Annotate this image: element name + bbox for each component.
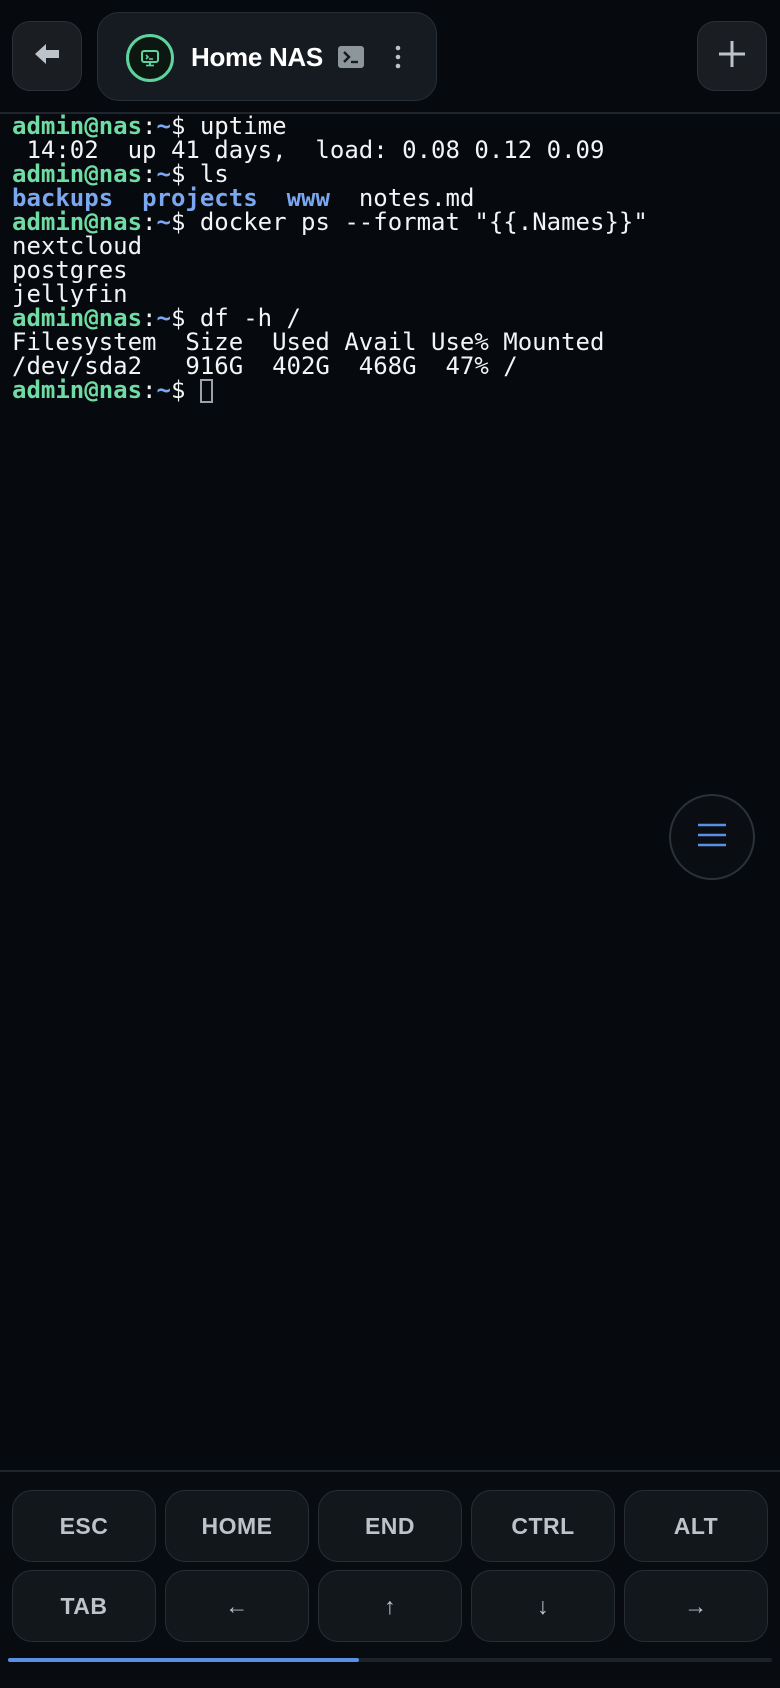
command-text: docker ps --format "{{.Names}}" [199, 208, 648, 236]
terminal-line: admin@nas:~$ df -h / [12, 306, 780, 330]
terminal-output[interactable]: admin@nas:~$ uptime 14:02 up 41 days, lo… [0, 114, 780, 1470]
prompt-symbol: $ [170, 376, 200, 404]
prompt-user: admin@nas [12, 376, 143, 404]
terminal-line: admin@nas:~$ uptime [12, 114, 780, 138]
terminal-line: /dev/sda2 916G 402G 468G 47% / [12, 354, 780, 378]
key-right-arrow[interactable]: → [624, 1570, 768, 1642]
prompt-symbol: $ [170, 208, 200, 236]
terminal-line: admin@nas:~$ [12, 376, 780, 404]
menu-button[interactable] [669, 794, 755, 880]
top-bar: Home NAS [0, 0, 780, 114]
key-end[interactable]: END [318, 1490, 462, 1562]
key-up-arrow[interactable]: ↑ [318, 1570, 462, 1642]
terminal-monitor-icon [126, 34, 174, 82]
key-left-arrow[interactable]: ← [165, 1570, 309, 1642]
add-session-button[interactable] [697, 21, 767, 91]
session-tab[interactable]: Home NAS [97, 12, 437, 101]
terminal-cursor [199, 379, 213, 403]
prompt-separator: : [142, 376, 157, 404]
back-button[interactable] [12, 21, 82, 91]
keys-page-indicator-fill [8, 1658, 359, 1662]
terminal-line: admin@nas:~$ ls [12, 162, 780, 186]
terminal-line: postgres [12, 258, 780, 282]
key-tab[interactable]: TAB [12, 1570, 156, 1642]
extra-keys-panel: ESC HOME END CTRL ALT TAB ← ↑ ↓ → [0, 1470, 780, 1688]
plus-icon [717, 39, 747, 74]
key-home[interactable]: HOME [165, 1490, 309, 1562]
vertical-dots-icon[interactable] [383, 42, 413, 72]
terminal-line: jellyfin [12, 282, 780, 306]
terminal-line: nextcloud [12, 234, 780, 258]
prompt-path: ~ [156, 208, 171, 236]
key-ctrl[interactable]: CTRL [471, 1490, 615, 1562]
terminal-line: 14:02 up 41 days, load: 0.08 0.12 0.09 [12, 138, 780, 162]
keys-page-indicator [8, 1658, 772, 1662]
terminal-line: admin@nas:~$ docker ps --format "{{.Name… [12, 210, 780, 234]
terminal-prompt-icon[interactable] [338, 46, 364, 68]
key-down-arrow[interactable]: ↓ [471, 1570, 615, 1642]
arrow-left-icon [32, 41, 62, 72]
terminal-line: backups projects www notes.md [12, 186, 780, 210]
prompt-separator: : [142, 208, 157, 236]
key-alt[interactable]: ALT [624, 1490, 768, 1562]
terminal-line: Filesystem Size Used Avail Use% Mounted [12, 330, 780, 354]
prompt-path: ~ [156, 376, 171, 404]
hamburger-menu-icon [696, 822, 728, 853]
key-esc[interactable]: ESC [12, 1490, 156, 1562]
session-title: Home NAS [191, 42, 323, 72]
